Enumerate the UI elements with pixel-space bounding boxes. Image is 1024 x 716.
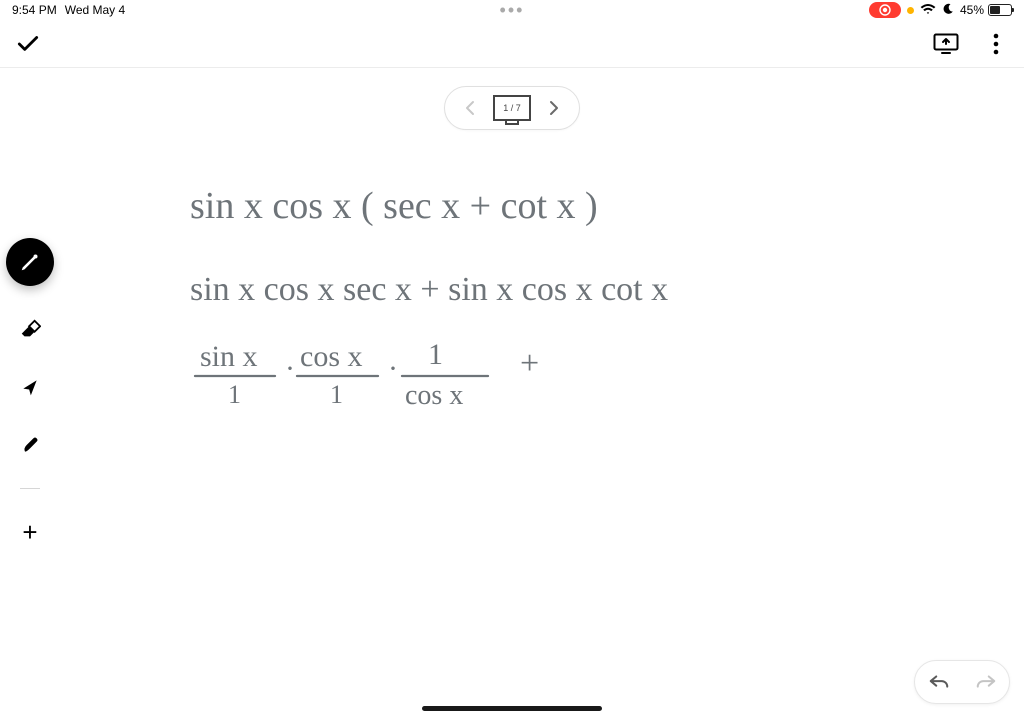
handwriting-layer: .hw { font-family: "Segoe Script", "Brad… [0,68,1024,716]
page-navigator: 1 / 7 [444,86,580,130]
undo-button[interactable] [921,664,957,700]
ink-frac1-num: sin x [200,340,258,373]
status-bar: 9:54 PM Wed May 4 ••• 45% [0,0,1024,20]
ink-frac3-num: 1 [428,338,443,371]
battery-status: 45% [960,3,1012,17]
page-label: 1 / 7 [503,103,521,113]
ink-plus: + [520,345,539,382]
battery-pct: 45% [960,3,984,17]
add-tool-button[interactable]: + [15,517,45,547]
eraser-tool-button[interactable] [15,314,45,344]
ink-frac1-den: 1 [228,380,241,409]
undo-redo-pill [914,660,1010,704]
canvas-area[interactable]: 1 / 7 + .hw { font-family: "Segoe Script… [0,68,1024,716]
ink-line-1: sin x cos x ( sec x + cot x ) [190,185,598,227]
tool-rail: + [6,238,54,547]
page-indicator[interactable]: 1 / 7 [493,95,531,121]
ink-dot-2: · [388,352,398,385]
redo-button[interactable] [968,664,1004,700]
pen-tool-button[interactable] [6,238,54,286]
ink-frac2-den: 1 [330,380,343,409]
status-date: Wed May 4 [65,3,125,17]
multitask-dots-icon[interactable]: ••• [500,1,525,19]
pointer-tool-button[interactable] [15,372,45,402]
screen-record-pill[interactable] [869,2,901,18]
home-indicator[interactable] [422,706,602,711]
moon-icon [942,3,954,18]
more-menu-button[interactable] [982,30,1010,58]
status-time: 9:54 PM [12,3,57,17]
rail-separator [20,488,40,489]
wifi-icon [920,3,936,18]
ink-line-2: sin x cos x sec x + sin x cos x cot x [190,271,668,308]
ink-frac2-num: cos x [300,340,363,373]
marker-tool-button[interactable] [15,430,45,460]
status-left: 9:54 PM Wed May 4 [12,3,125,17]
next-page-button[interactable] [539,93,569,123]
present-button[interactable] [932,30,960,58]
prev-page-button[interactable] [455,93,485,123]
ink-dot-1: · [285,352,295,385]
battery-icon [988,4,1012,16]
done-button[interactable] [14,30,42,58]
app-toolbar [0,20,1024,68]
ink-frac3-den: cos x [405,380,463,411]
mic-indicator-dot [907,7,914,14]
status-right: 45% [869,2,1012,18]
